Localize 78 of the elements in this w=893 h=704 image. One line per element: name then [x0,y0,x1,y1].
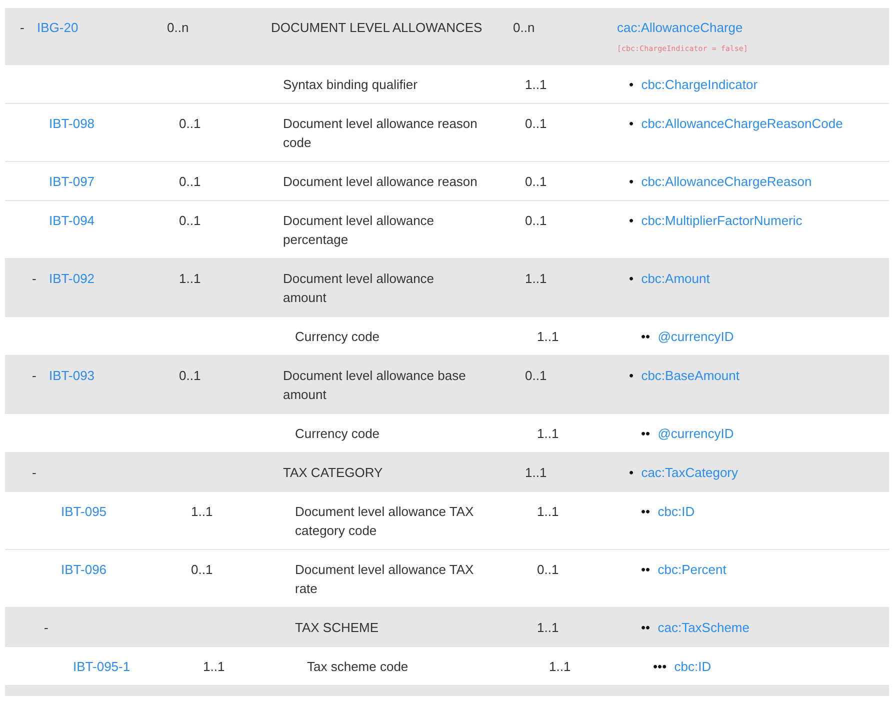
term-name: Currency code [295,328,380,346]
term-name: TAX CATEGORY [283,464,383,482]
collapse-toggle[interactable]: - [32,368,36,383]
level-bullets: •• [641,562,650,577]
cardinality: 0..1 [525,116,547,131]
term-id-link[interactable]: IBT-096 [61,562,107,577]
term-name: Document level allowance reason code [283,115,478,152]
cardinality: 0..n [513,20,535,35]
term-name: TAX SCHEME [295,619,379,637]
syntax-path-link[interactable]: cbc:Percent [658,562,726,577]
level-bullets: • [629,116,634,131]
cardinality: 1..1 [179,271,201,286]
collapse-toggle[interactable]: - [32,271,36,286]
term-name: Document level allowance amount [283,270,436,307]
cardinality: 1..1 [537,329,559,344]
cardinality: 0..1 [525,174,547,189]
cardinality: 0..1 [525,213,547,228]
syntax-path-link[interactable]: @currencyID [658,426,734,441]
term-id-link[interactable]: IBT-094 [49,213,95,228]
collapse-toggle[interactable]: - [44,620,48,635]
syntax-path-link[interactable]: cac:AllowanceCharge [617,20,743,35]
term-id-link[interactable]: IBT-093 [49,368,95,383]
syntax-path-link[interactable]: cbc:ChargeIndicator [641,77,758,92]
level-bullets: • [629,271,634,286]
cardinality: 0..1 [179,213,201,228]
syntax-path-link[interactable]: cbc:BaseAmount [641,368,740,383]
cardinality: 1..1 [537,504,559,519]
term-name: Syntax binding qualifier [283,76,418,94]
term-name: Document level allowance TAX category code [295,503,475,540]
syntax-path-link[interactable]: cac:TaxScheme [658,620,750,635]
collapse-toggle[interactable]: - [32,465,36,480]
term-id-link[interactable]: IBT-098 [49,116,95,131]
term-name: Currency code [295,425,380,443]
term-name: Document level allowance reason [283,173,478,191]
cardinality: 1..1 [537,426,559,441]
term-name: Document level allowance percentage [283,212,436,249]
cardinality: 0..1 [525,368,547,383]
cardinality: 1..1 [549,659,571,674]
syntax-path-link[interactable]: cbc:AllowanceChargeReason [641,174,812,189]
syntax-path-link[interactable]: cbc:MultiplierFactorNumeric [641,213,802,228]
term-id-link[interactable]: IBG-20 [37,20,78,35]
cardinality: 0..1 [179,368,201,383]
level-bullets: •• [641,329,650,344]
syntax-path-link[interactable]: cbc:ID [658,504,695,519]
cardinality: 0..1 [179,116,201,131]
cardinality: 1..1 [525,271,547,286]
cardinality: 0..n [167,20,189,35]
cardinality: 1..1 [525,465,547,480]
cardinality: 0..1 [191,562,213,577]
syntax-path-link[interactable]: cbc:ID [674,659,712,674]
cardinality: 1..1 [525,77,547,92]
term-id-link[interactable]: IBT-097 [49,174,95,189]
level-bullets: •• [641,620,650,635]
level-bullets: • [629,174,634,189]
syntax-path-link[interactable]: @currencyID [658,329,734,344]
level-bullets: •• [641,504,650,519]
level-bullets: ••• [653,659,667,674]
syntax-path-link[interactable]: cbc:Amount [641,271,710,286]
collapse-toggle[interactable]: - [20,20,24,35]
term-name: Document level allowance base amount [283,367,467,404]
cardinality: 0..1 [537,562,559,577]
level-bullets: •• [641,426,650,441]
cardinality: 1..1 [203,659,225,674]
cardinality: 1..1 [537,620,559,635]
term-name: Document level allowance TAX rate [295,561,475,598]
cardinality: 1..1 [191,504,213,519]
level-bullets: • [629,213,634,228]
syntax-path-link[interactable]: cbc:AllowanceChargeReasonCode [641,116,843,131]
term-id-link[interactable]: IBT-095-1 [73,659,130,674]
syntax-path-link[interactable]: cac:TaxCategory [641,465,738,480]
term-name: Tax scheme code [307,658,408,676]
level-bullets: • [629,465,634,480]
level-bullets: • [629,368,634,383]
cardinality: 0..1 [179,174,201,189]
term-id-link[interactable]: IBT-092 [49,271,95,286]
term-name: DOCUMENT LEVEL ALLOWANCES [271,19,482,37]
term-id-link[interactable]: IBT-095 [61,504,107,519]
level-bullets: • [629,77,634,92]
